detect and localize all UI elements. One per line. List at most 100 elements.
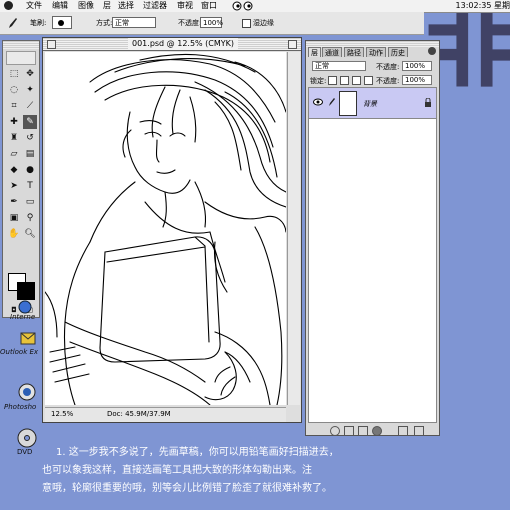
eraser-tool-icon[interactable]: ▱: [7, 147, 21, 161]
layer-style-icon[interactable]: [330, 426, 340, 436]
history-brush-icon[interactable]: ↺: [23, 131, 37, 145]
lock-image-checkbox[interactable]: [340, 76, 349, 85]
photoshop-logo[interactable]: [6, 51, 36, 65]
menu-select[interactable]: 选择: [118, 1, 134, 11]
eyedropper-icon[interactable]: ⚲: [23, 211, 37, 225]
gradient-tool-icon[interactable]: ▤: [23, 147, 37, 161]
layers-bottom-bar: [308, 425, 437, 436]
close-icon[interactable]: [47, 40, 56, 49]
document-title: 001.psd @ 12.5% (CMYK): [128, 38, 239, 50]
menu-file[interactable]: 文件: [26, 1, 42, 11]
hand-tool-icon[interactable]: ✋: [7, 227, 21, 241]
layers-list: 背景: [308, 87, 437, 423]
tutorial-caption: 1. 这一步我不多说了，先画草稿，你可以用铅笔画好扫描进去， 也可以象我这样，直…: [42, 444, 502, 498]
tab-layers[interactable]: 层: [308, 47, 321, 57]
opacity-label: 不透度:: [376, 63, 400, 71]
layer-name: 背景: [363, 100, 377, 108]
layer-thumbnail: [339, 91, 357, 116]
mode-label: 方式:: [96, 19, 113, 27]
adjustment-layer-icon[interactable]: [372, 426, 382, 436]
opacity-label: 不透度:: [178, 19, 202, 27]
notes-tool-icon[interactable]: ▣: [7, 211, 21, 225]
tab-actions[interactable]: 动作: [366, 47, 386, 57]
internet-icon-label: Interne: [10, 313, 36, 321]
menu-filter[interactable]: 过滤器: [143, 1, 167, 11]
magic-wand-icon[interactable]: ✦: [23, 83, 37, 97]
document-titlebar[interactable]: 001.psd @ 12.5% (CMYK): [43, 38, 301, 51]
caption-line-1: 1. 这一步我不多说了，先画草稿，你可以用铅笔画好扫描进去，: [56, 447, 339, 458]
brush-tool-icon: [9, 18, 17, 28]
lock-all-checkbox[interactable]: [364, 76, 373, 85]
lock-position-checkbox[interactable]: [352, 76, 361, 85]
slice-tool-icon[interactable]: ⟋: [23, 99, 37, 113]
layer-mask-icon[interactable]: [344, 426, 354, 436]
tab-paths[interactable]: 路径: [344, 47, 364, 57]
fill-field[interactable]: 100%: [402, 75, 432, 85]
opacity-field[interactable]: 100%: [200, 17, 223, 28]
menu-clock: 13:02:35 星期: [455, 1, 510, 10]
layers-palette: 层 通道 路径 动作 历史 正常 不透度: 100% 锁定: 不透度: 100%…: [305, 40, 440, 436]
outlook-express-icon[interactable]: [20, 330, 36, 346]
vertical-scrollbar[interactable]: [287, 52, 300, 405]
menu-window[interactable]: 窗口: [201, 1, 217, 11]
marquee-tool-icon[interactable]: ⬚: [7, 67, 21, 81]
pen-tool-icon[interactable]: ✒: [7, 195, 21, 209]
layer-opacity-field[interactable]: 100%: [402, 61, 432, 71]
tab-channels[interactable]: 通道: [322, 47, 342, 57]
wet-edges-checkbox[interactable]: [242, 19, 251, 28]
lock-transparency-checkbox[interactable]: [328, 76, 337, 85]
zoom-level[interactable]: 12.5%: [51, 410, 73, 418]
layer-set-icon[interactable]: [358, 426, 368, 436]
status-bar: 12.5% Doc: 45.9M/37.9M: [45, 407, 286, 422]
tools-titlebar[interactable]: [3, 41, 39, 49]
layer-row-background[interactable]: 背景: [309, 88, 436, 119]
document-window: 001.psd @ 12.5% (CMYK) 12.5% Doc: 45.9M/…: [42, 37, 302, 423]
dodge-tool-icon[interactable]: ●: [23, 163, 37, 177]
zoom-window-icon[interactable]: [288, 40, 297, 49]
eye-visibility-icon[interactable]: [313, 98, 323, 106]
menu-layer[interactable]: 层: [103, 1, 111, 11]
brush-link-icon: [329, 98, 335, 106]
dvd-icon-label: DVD: [17, 448, 33, 456]
lasso-tool-icon[interactable]: ◌: [7, 83, 21, 97]
lock-label: 锁定:: [310, 77, 327, 85]
brush-label: 笔刷:: [30, 19, 47, 27]
crop-tool-icon[interactable]: ⌗: [7, 99, 21, 113]
fill-label: 不透度:: [376, 77, 400, 85]
caption-line-3: 意哦，轮廓很重要的哦，别等会儿比例错了脸歪了就很难补救了。: [42, 483, 332, 494]
new-layer-icon[interactable]: [398, 426, 408, 436]
tab-history[interactable]: 历史: [388, 47, 408, 57]
eyes-icon: [232, 1, 253, 11]
document-size: Doc: 45.9M/37.9M: [107, 410, 171, 418]
healing-brush-icon[interactable]: ✚: [7, 115, 21, 129]
menu-edit[interactable]: 编辑: [52, 1, 68, 11]
lock-icon: [425, 98, 431, 107]
dvd-icon[interactable]: [16, 428, 38, 448]
options-bar: 笔刷: 方式: 正常 不透度: 100% 湿边缘: [0, 12, 424, 35]
trash-icon[interactable]: [414, 426, 424, 436]
brush-tool-icon[interactable]: ✎: [23, 115, 37, 129]
blur-tool-icon[interactable]: ◆: [7, 163, 21, 177]
zoom-tool-icon[interactable]: 🔍︎: [23, 227, 37, 241]
type-tool-icon[interactable]: T: [23, 179, 37, 193]
path-selection-icon[interactable]: ➤: [7, 179, 21, 193]
palette-menu-icon[interactable]: [428, 47, 436, 55]
brush-preset-picker[interactable]: [52, 16, 72, 29]
shape-tool-icon[interactable]: ▭: [23, 195, 37, 209]
document-canvas[interactable]: [45, 52, 286, 405]
clone-stamp-icon[interactable]: ♜: [7, 131, 21, 145]
menu-image[interactable]: 图像: [78, 1, 94, 11]
apple-menu-icon[interactable]: [4, 1, 13, 10]
wet-edges-label: 湿边缘: [253, 19, 274, 27]
photoshop-icon[interactable]: [16, 382, 38, 402]
internet-icon[interactable]: [14, 300, 36, 314]
outlook-express-icon-label: Outlook Ex: [0, 348, 39, 356]
line-art-drawing: [45, 53, 286, 405]
background-color-swatch[interactable]: [17, 282, 35, 300]
blend-mode-select[interactable]: 正常: [312, 61, 366, 71]
mode-select[interactable]: 正常: [112, 17, 156, 28]
move-tool-icon[interactable]: ✥: [23, 67, 37, 81]
tools-palette: ⬚ ✥ ◌ ✦ ⌗ ⟋ ✚ ✎ ♜ ↺ ▱ ▤ ◆ ● ➤ T ✒ ▭ ▣ ⚲ …: [2, 40, 40, 318]
menu-view[interactable]: 审视: [177, 1, 193, 11]
caption-line-2: 也可以象我这样，直接选画笔工具把大致的形体勾勒出来。注: [42, 465, 312, 476]
